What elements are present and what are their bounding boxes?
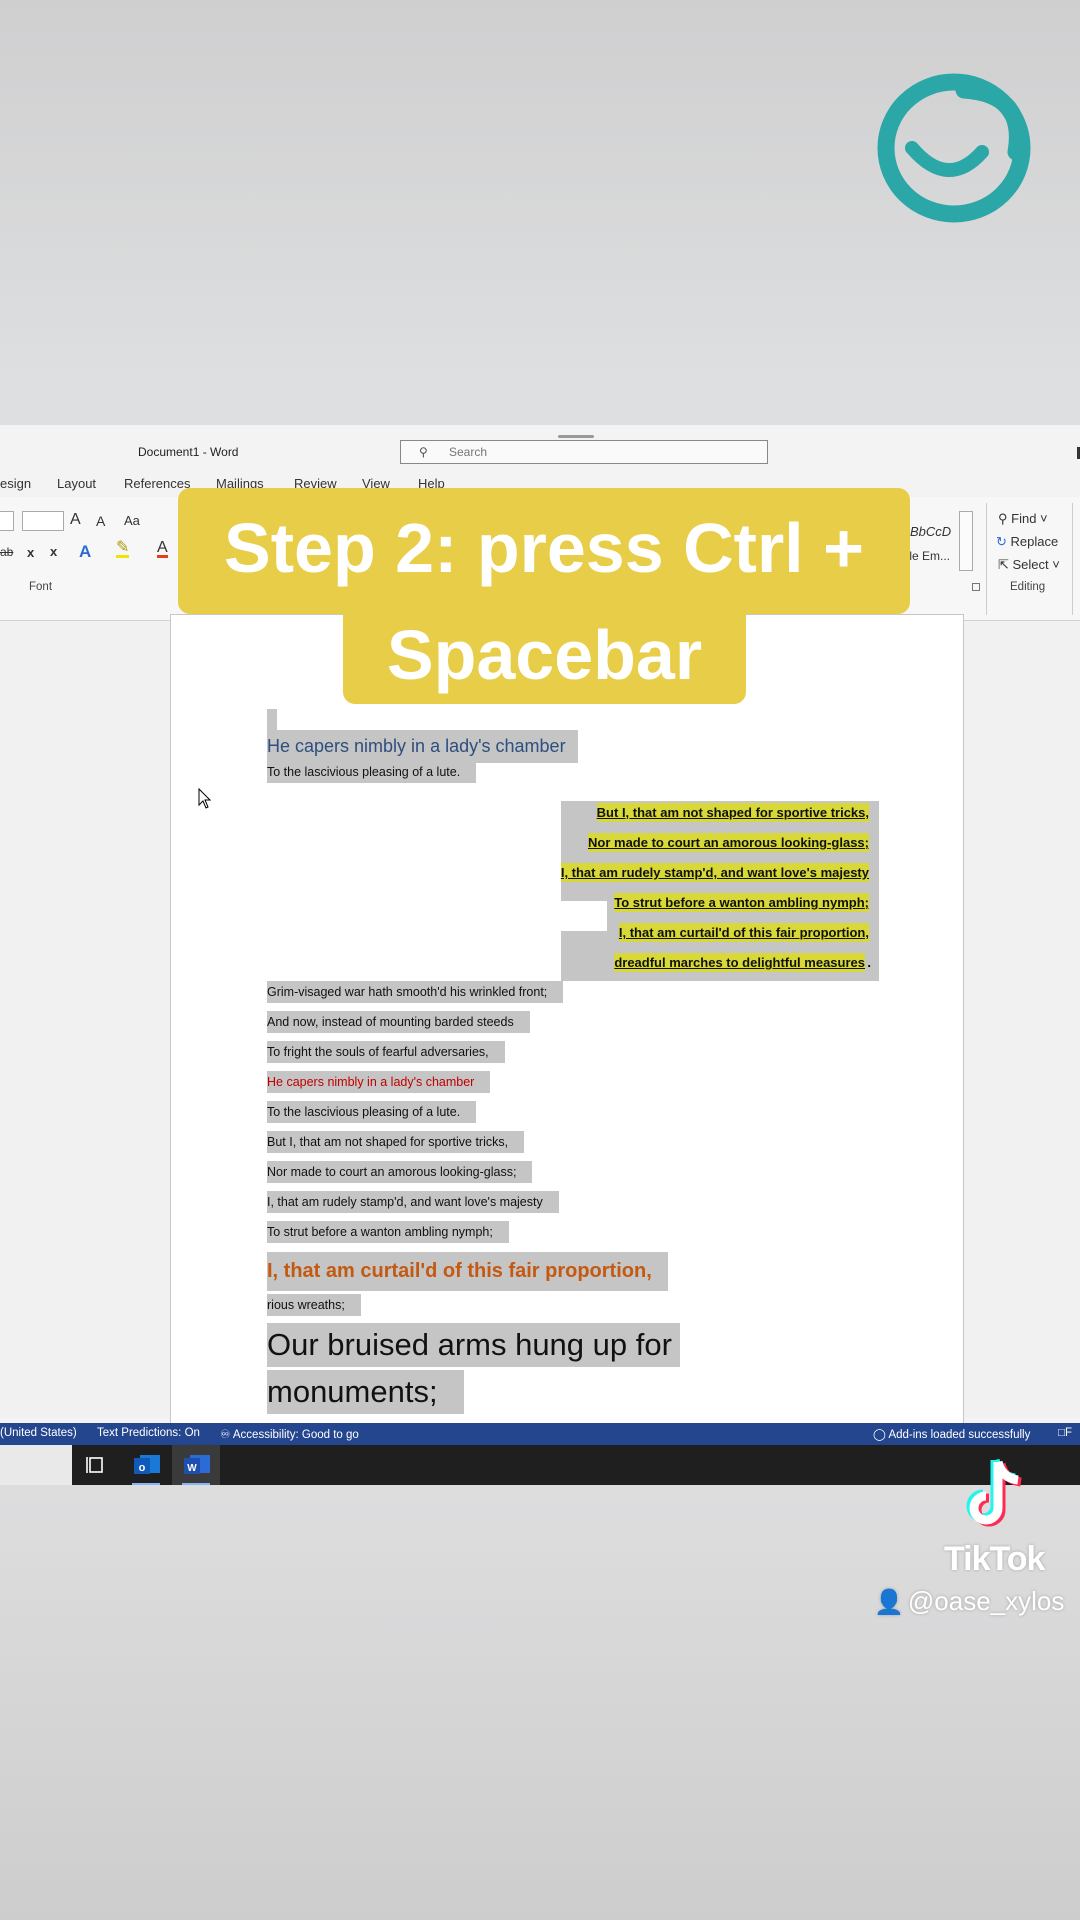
addins-status[interactable]: ◯ Add-ins loaded successfully <box>873 1427 1030 1441</box>
group-separator <box>986 503 987 615</box>
editing-group-label: Editing <box>1010 581 1046 593</box>
big-line: Our bruised arms hung up for <box>267 1323 680 1367</box>
grow-font-button[interactable]: A <box>70 511 81 529</box>
big-line: monuments; <box>267 1370 464 1414</box>
font-color-button[interactable]: A <box>157 540 168 558</box>
plain-line: And now, instead of mounting barded stee… <box>267 1011 530 1033</box>
text-predictions-status[interactable]: Text Predictions: On <box>97 1427 200 1439</box>
highlighted-line: I, that am rudely stamp'd, and want love… <box>560 863 869 882</box>
tab-design[interactable]: esign <box>0 476 31 491</box>
active-indicator <box>182 1483 210 1485</box>
accessibility-icon: ♾ <box>220 1429 233 1441</box>
blue-heading: He capers nimbly in a lady's chamber <box>267 730 578 763</box>
highlighted-line: To strut before a wanton ambling nymph; <box>614 893 869 912</box>
replace-button[interactable]: ↻ Replace <box>996 534 1058 550</box>
line-period: . <box>867 955 871 970</box>
tiktok-user: 👤 @oase_xylos <box>874 1586 1064 1617</box>
accessibility-label: Accessibility: Good to go <box>232 1429 359 1441</box>
replace-icon: ↻ <box>996 534 1011 549</box>
highlight-pen-icon[interactable]: ✎ <box>116 540 130 558</box>
search-box[interactable]: ⚲ <box>400 440 768 464</box>
tiktok-logo-icon <box>966 1458 1022 1527</box>
user-icon: 👤 <box>874 1589 904 1616</box>
svg-text:W: W <box>187 1463 197 1474</box>
change-case-button[interactable]: Aa <box>124 513 140 528</box>
highlighted-line: dreadful marches to delightful measures <box>614 953 865 972</box>
font-name-dropdown[interactable] <box>0 511 14 531</box>
drag-handle[interactable] <box>558 435 594 438</box>
styles-launcher-icon[interactable] <box>972 583 980 591</box>
caption-line-1: Step 2: press Ctrl + <box>178 488 910 614</box>
shrink-font-button[interactable]: A <box>96 513 105 529</box>
plain-line: To strut before a wanton ambling nymph; <box>267 1221 509 1243</box>
task-view-button[interactable] <box>72 1445 120 1485</box>
focus-icon: □ <box>1058 1427 1065 1439</box>
title-bar: Document1 - Word ⚲ <box>0 425 1080 470</box>
focus-status[interactable]: □F <box>1058 1427 1072 1439</box>
brand-logo-icon <box>877 73 1031 223</box>
lute-line: To the lascivious pleasing of a lute. <box>267 761 477 783</box>
word-icon: W <box>184 1455 210 1474</box>
outlook-icon: o <box>134 1455 160 1474</box>
plain-line: To fright the souls of fearful adversari… <box>267 1041 505 1063</box>
plain-line: I, that am rudely stamp'd, and want love… <box>267 1191 559 1213</box>
search-icon: ⚲ <box>419 445 428 459</box>
tab-layout[interactable]: Layout <box>57 476 96 491</box>
svg-text:o: o <box>139 1462 146 1474</box>
select-icon: ⇱ <box>998 557 1013 572</box>
highlighted-line: I, that am curtail'd of this fair propor… <box>618 923 869 942</box>
highlighted-line: But I, that am not shaped for sportive t… <box>596 803 869 822</box>
addins-label: Add-ins loaded successfully <box>888 1429 1031 1441</box>
outlook-taskbar-button[interactable]: o <box>122 1445 170 1485</box>
wreaths-line: rious wreaths; <box>267 1294 361 1316</box>
window-title: Document1 - Word <box>138 445 239 459</box>
find-label: Find <box>1011 511 1037 526</box>
taskbar-search-area[interactable] <box>0 1445 72 1485</box>
running-indicator <box>132 1483 160 1485</box>
orange-line: I, that am curtail'd of this fair propor… <box>267 1252 668 1291</box>
replace-label: Replace <box>1010 534 1059 549</box>
highlighted-line: Nor made to court an amorous looking-gla… <box>588 833 869 852</box>
subscript-button[interactable]: x <box>27 545 34 560</box>
task-view-icon <box>86 1457 103 1473</box>
accessibility-status[interactable]: ♾ Accessibility: Good to go <box>220 1427 359 1441</box>
addins-icon: ◯ <box>873 1429 889 1441</box>
style-preview-2[interactable]: tle Em... <box>906 549 950 563</box>
select-button[interactable]: ⇱ Select ˅ <box>998 557 1060 573</box>
language-status[interactable]: (United States) <box>0 1427 77 1439</box>
search-input[interactable] <box>449 444 749 460</box>
style-preview-1[interactable]: BbCcD <box>910 524 951 539</box>
find-button[interactable]: ⚲ Find ˅ <box>998 511 1048 527</box>
red-line: He capers nimbly in a lady's chamber <box>267 1071 491 1093</box>
plain-line: To the lascivious pleasing of a lute. <box>267 1101 477 1123</box>
tiktok-brand: TikTok <box>944 1540 1045 1578</box>
plain-line: Grim-visaged war hath smooth'd his wrink… <box>267 981 564 1003</box>
caption-line-2: Spacebar <box>343 604 746 704</box>
tiktok-username: @oase_xylos <box>907 1586 1065 1616</box>
word-taskbar-button[interactable]: W <box>172 1445 220 1485</box>
superscript-button[interactable]: x <box>50 544 57 559</box>
taskbar: o W <box>0 1445 1080 1485</box>
plain-line: But I, that am not shaped for sportive t… <box>267 1131 525 1153</box>
selection-gap <box>561 901 607 931</box>
find-icon: ⚲ <box>998 511 1012 526</box>
strikethrough-button[interactable]: ab <box>0 545 13 559</box>
group-separator <box>1072 503 1073 615</box>
mouse-pointer-icon <box>198 788 212 809</box>
font-size-dropdown[interactable] <box>22 511 64 531</box>
font-group-label: Font <box>29 581 53 593</box>
styles-scroll[interactable] <box>959 511 973 571</box>
document-page[interactable]: He capers nimbly in a lady's chamber To … <box>170 614 964 1439</box>
status-bar: (United States) Text Predictions: On ♾ A… <box>0 1423 1080 1445</box>
focus-label: F <box>1064 1427 1072 1439</box>
text-effects-button[interactable]: A <box>79 542 91 562</box>
select-label: Select <box>1012 557 1049 572</box>
tab-references[interactable]: References <box>124 476 190 491</box>
plain-line: Nor made to court an amorous looking-gla… <box>267 1161 533 1183</box>
